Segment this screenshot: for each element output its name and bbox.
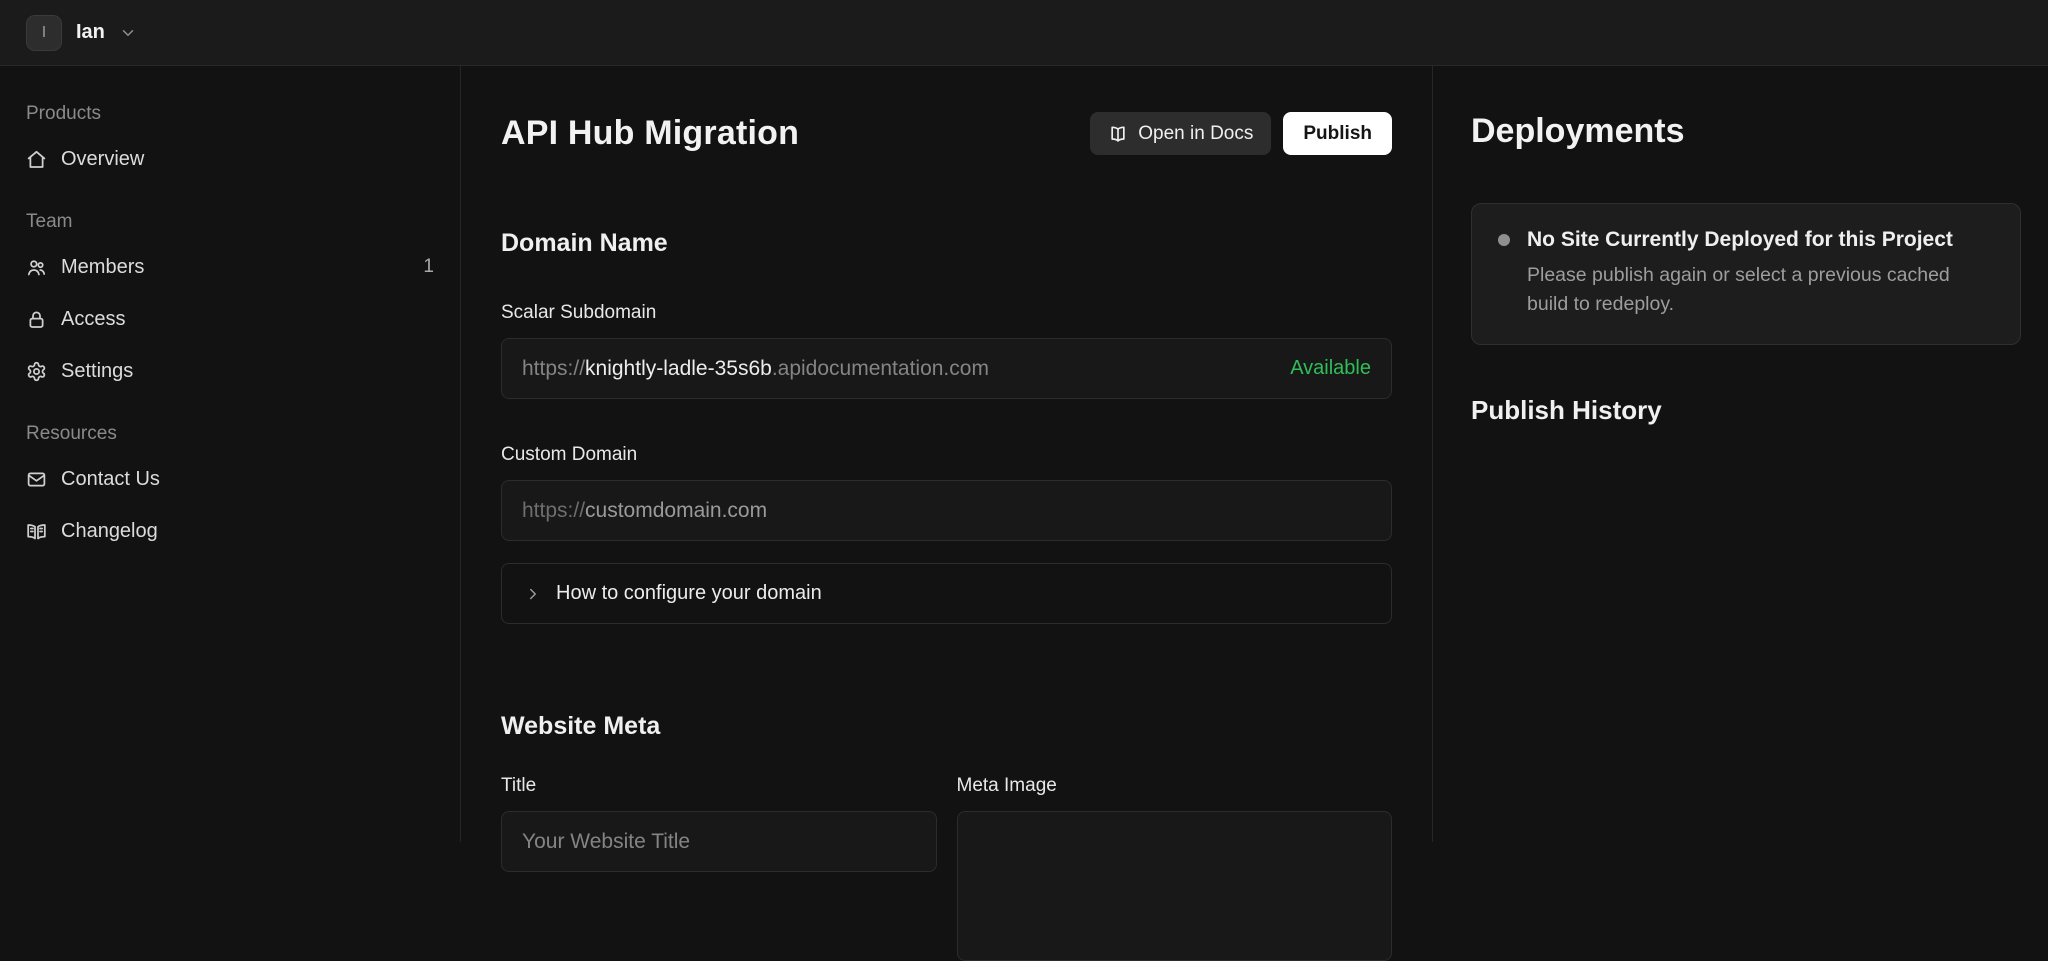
book-icon [26,521,47,542]
deployment-status-title: No Site Currently Deployed for this Proj… [1527,228,1953,251]
sidebar-item-access[interactable]: Access [26,293,434,345]
topbar: I Ian [0,0,2048,66]
book-open-icon [1108,124,1128,144]
custom-domain-input[interactable]: https://customdomain.com [501,480,1392,541]
members-count-badge: 1 [423,256,434,277]
sidebar: Products Overview Team Members 1 Access … [0,66,461,842]
open-in-docs-label: Open in Docs [1138,122,1254,144]
subdomain-suffix: .apidocumentation.com [771,356,989,380]
domain-section-heading: Domain Name [501,229,668,257]
meta-image-label: Meta Image [956,775,1057,796]
sidebar-item-label: Members [61,255,145,278]
chevron-right-icon [524,585,542,603]
main-content: API Hub Migration Open in Docs Publish D… [461,66,1432,961]
custom-domain-placeholder-prefix: https:// [522,498,586,522]
availability-status: Available [1290,357,1371,379]
sidebar-item-overview[interactable]: Overview [26,133,434,185]
page-header: API Hub Migration Open in Docs Publish [501,112,1392,155]
sidebar-item-settings[interactable]: Settings [26,345,434,397]
gear-icon [26,361,47,382]
page-title: API Hub Migration [501,114,800,152]
header-actions: Open in Docs Publish [1090,112,1392,155]
sidebar-item-label: Access [61,307,126,330]
workspace-name: Ian [76,21,105,43]
deployment-status-body: Please publish again or select a previou… [1527,264,1950,316]
publish-history-heading: Publish History [1471,394,1662,425]
sidebar-header-team: Team [26,211,73,232]
scalar-subdomain-input[interactable]: https://knightly-ladle-35s6b .apidocument… [501,338,1392,399]
deployments-heading: Deployments [1471,112,1685,150]
sidebar-item-label: Overview [61,147,145,170]
workspace-avatar: I [26,14,62,51]
title-field-group: Title [501,775,937,961]
website-meta-grid: Title Meta Image [501,775,1392,961]
sidebar-item-changelog[interactable]: Changelog [26,505,434,557]
deployment-status-row: No Site Currently Deployed for this Proj… [1498,228,1994,252]
sidebar-item-label: Changelog [61,519,158,542]
scalar-subdomain-label: Scalar Subdomain [501,302,657,323]
deployments-panel: Deployments No Site Currently Deployed f… [1432,66,2048,842]
sidebar-item-label: Contact Us [61,467,160,490]
url-prefix: https:// [522,356,586,380]
meta-image-field-group: Meta Image [956,775,1392,961]
lock-icon [26,309,47,330]
sidebar-item-members[interactable]: Members 1 [26,241,434,293]
sidebar-section-team: Team Members 1 Access Settings [26,209,434,397]
title-label: Title [501,775,537,796]
sidebar-section-products: Products Overview [26,101,434,185]
home-icon [26,149,47,170]
sidebar-section-resources: Resources Contact Us Changelog [26,421,434,557]
publish-button[interactable]: Publish [1283,112,1392,155]
status-dot-icon [1498,234,1510,246]
sidebar-item-label: Settings [61,359,134,382]
meta-section-heading: Website Meta [501,712,661,740]
configure-domain-disclosure[interactable]: How to configure your domain [501,563,1392,624]
workspace-initial: I [41,23,47,41]
sidebar-item-contact-us[interactable]: Contact Us [26,453,434,505]
workspace-switcher[interactable]: I Ian [26,14,137,51]
deployment-status-card: No Site Currently Deployed for this Proj… [1471,203,2021,345]
subdomain-value: knightly-ladle-35s6b [585,356,772,380]
sidebar-header-resources: Resources [26,423,117,444]
users-icon [26,257,47,278]
configure-domain-label: How to configure your domain [556,582,822,604]
chevron-down-icon [119,24,137,42]
custom-domain-placeholder: customdomain.com [585,498,768,522]
open-in-docs-button[interactable]: Open in Docs [1090,112,1272,155]
mail-icon [26,469,47,490]
meta-image-dropzone[interactable] [956,811,1392,961]
custom-domain-label: Custom Domain [501,444,638,465]
sidebar-header-products: Products [26,103,101,124]
